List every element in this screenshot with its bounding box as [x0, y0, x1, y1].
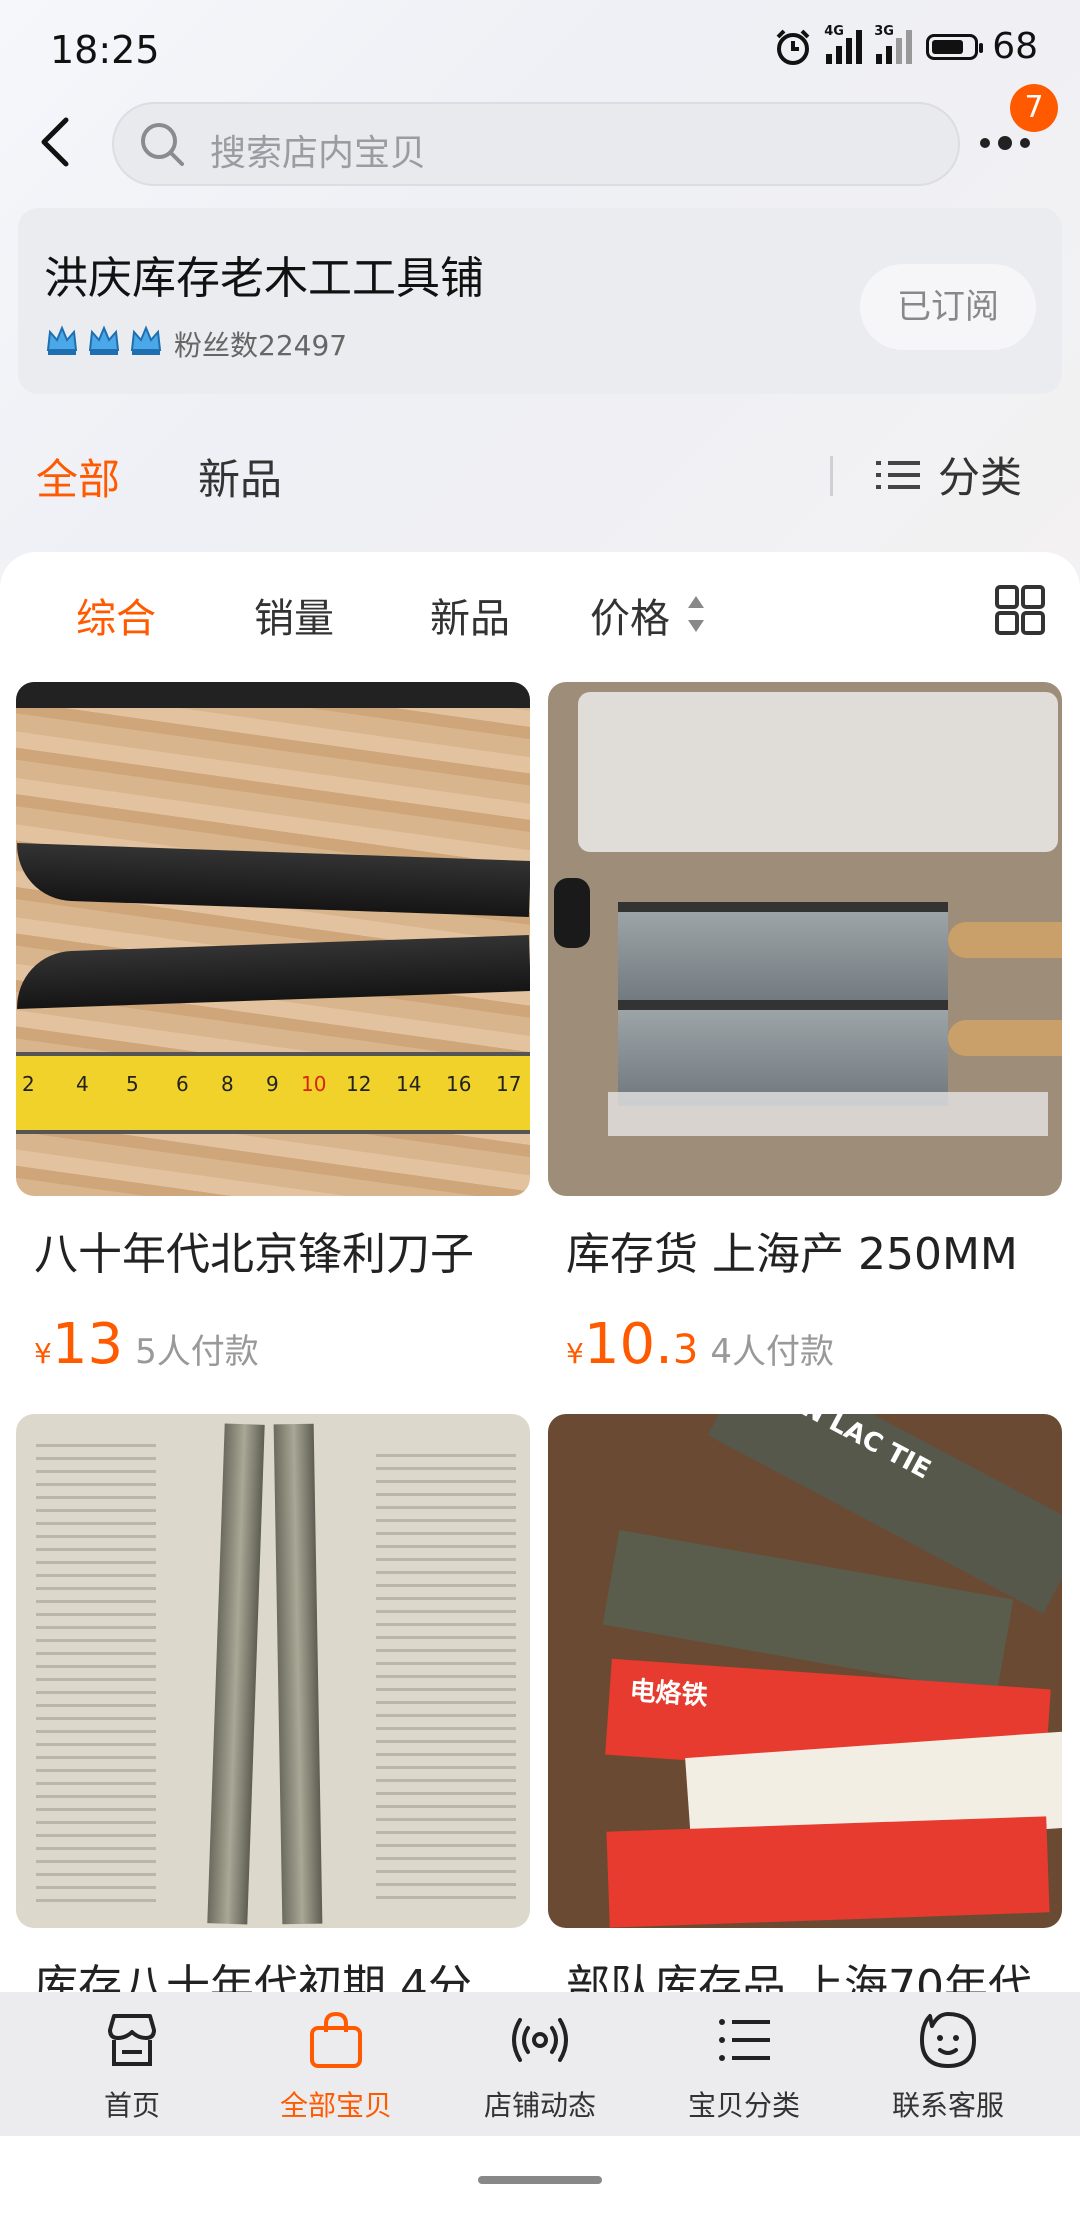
saw-blade: [618, 1000, 948, 1106]
product-card[interactable]: 库存货 上海产 250MM ¥10.3 4人付款: [548, 682, 1062, 1377]
shop-info-card: 洪庆库存老木工工具铺 粉丝数22497 已订阅: [18, 208, 1062, 394]
battery-icon: [926, 33, 984, 60]
bottom-nav: 首页 全部宝贝 店铺动态 宝贝分类 联系客服: [0, 1992, 1080, 2136]
sort-arrows-icon: [688, 596, 704, 632]
more-dot-icon: [980, 138, 990, 148]
newspaper-column: [376, 1444, 516, 1904]
paid-count: 4人付款: [710, 1332, 834, 1372]
search-placeholder: 搜索店内宝贝: [210, 133, 427, 174]
list-icon: [719, 2019, 770, 2061]
battery-level: 68: [992, 26, 1038, 67]
shop-name: 洪庆库存老木工工具铺: [44, 253, 484, 304]
product-price: ¥10.3 4人付款: [566, 1312, 834, 1377]
sort-sales[interactable]: 销量: [254, 586, 334, 644]
nav-categories-label: 宝贝分类: [687, 2089, 800, 2122]
product-image[interactable]: 2456 8 9 10 12 14 16 17: [16, 682, 530, 1196]
product-price: ¥13 5人付款: [34, 1312, 259, 1377]
newspaper-column: [36, 1434, 156, 1904]
nav-customer-service-label: 联系客服: [891, 2089, 1004, 2122]
product-box: [606, 1816, 1050, 1928]
price-value: 13: [51, 1312, 124, 1377]
price-decimal: 3: [672, 1327, 699, 1373]
shopping-bag-icon: [310, 2011, 362, 2068]
status-time: 18:25: [50, 28, 160, 72]
crown-icon: [130, 325, 162, 355]
price-symbol: ¥: [34, 1337, 52, 1370]
nav-home-label: 首页: [103, 2089, 160, 2122]
back-icon[interactable]: [36, 112, 76, 172]
sort-overall[interactable]: 综合: [76, 586, 156, 644]
plastic-bag: [578, 692, 1058, 852]
product-image[interactable]: [548, 682, 1062, 1196]
status-icons: 4G 3G 68: [774, 24, 1038, 67]
shop-rating: [44, 322, 164, 358]
sort-price[interactable]: 价格: [590, 586, 670, 644]
more-menu-button[interactable]: [980, 128, 1036, 158]
product-title[interactable]: 库存货 上海产 250MM: [566, 1218, 1018, 1282]
saw-handle: [948, 922, 1062, 958]
car-key: [554, 878, 590, 948]
fans-count: 粉丝数22497: [174, 329, 348, 362]
crown-icon: [88, 325, 120, 355]
nav-feed[interactable]: 店铺动态: [432, 1992, 648, 2136]
price-symbol: ¥: [566, 1337, 584, 1370]
price-value: 10.: [583, 1312, 673, 1377]
category-button[interactable]: 分类: [876, 444, 1022, 505]
chisel-rod: [207, 1423, 265, 1925]
product-card[interactable]: 2456 8 9 10 12 14 16 17 八十年代北京锋利刀子 ¥13 5人付款: [16, 682, 530, 1377]
nav-home[interactable]: 首页: [24, 1992, 240, 2136]
more-dot-icon: [998, 136, 1012, 150]
tab-new[interactable]: 新品: [198, 446, 282, 507]
saw-blade: [618, 902, 948, 1008]
list-icon: [876, 460, 920, 489]
more-dot-icon: [1020, 138, 1030, 148]
tape-measure: 2456 8 9 10 12 14 16 17: [16, 1052, 530, 1134]
nav-customer-service[interactable]: 联系客服: [840, 1992, 1056, 2136]
product-card[interactable]: DIAN LAC TIE 电烙铁 部队库存品 上海70年代: [548, 1414, 1062, 2012]
signal-4g-label: 4G: [824, 23, 844, 39]
broadcast-icon: [512, 2018, 568, 2062]
sort-new[interactable]: 新品: [430, 586, 510, 644]
product-image[interactable]: DIAN LAC TIE 电烙铁: [548, 1414, 1062, 1928]
paid-count: 5人付款: [135, 1332, 259, 1372]
category-label: 分类: [938, 453, 1023, 502]
system-nav-area: [0, 2136, 1080, 2232]
alarm-icon: [776, 29, 810, 65]
signal-4g-icon: 4G: [824, 24, 863, 64]
search-icon: [141, 123, 184, 166]
chat-face-icon: [920, 2012, 976, 2068]
status-bar: 18:25 4G 3G 68: [0, 0, 1080, 100]
subscribe-button[interactable]: 已订阅: [860, 264, 1036, 350]
signal-3g-icon: 3G: [874, 24, 913, 64]
saw-handle: [948, 1020, 1062, 1056]
nav-categories[interactable]: 宝贝分类: [636, 1992, 852, 2136]
tab-all[interactable]: 全部: [36, 446, 120, 507]
chisel-rod: [273, 1423, 323, 1925]
grid-view-icon[interactable]: [994, 584, 1046, 636]
message-badge: 7: [1010, 84, 1058, 132]
crown-icon: [46, 325, 78, 355]
home-gesture-bar[interactable]: [478, 2176, 602, 2184]
search-input[interactable]: 搜索店内宝贝: [112, 102, 960, 186]
nav-all-items[interactable]: 全部宝贝: [228, 1992, 444, 2136]
product-image[interactable]: [16, 1414, 530, 1928]
product-card[interactable]: 库存八十年代初期 4分: [16, 1414, 530, 2012]
nav-feed-label: 店铺动态: [483, 2089, 596, 2122]
product-title[interactable]: 八十年代北京锋利刀子: [34, 1218, 474, 1282]
signal-3g-label: 3G: [874, 23, 894, 39]
divider: [830, 456, 833, 496]
nav-all-items-label: 全部宝贝: [279, 2089, 392, 2122]
store-icon: [108, 2014, 156, 2066]
ruler: [608, 1092, 1048, 1136]
